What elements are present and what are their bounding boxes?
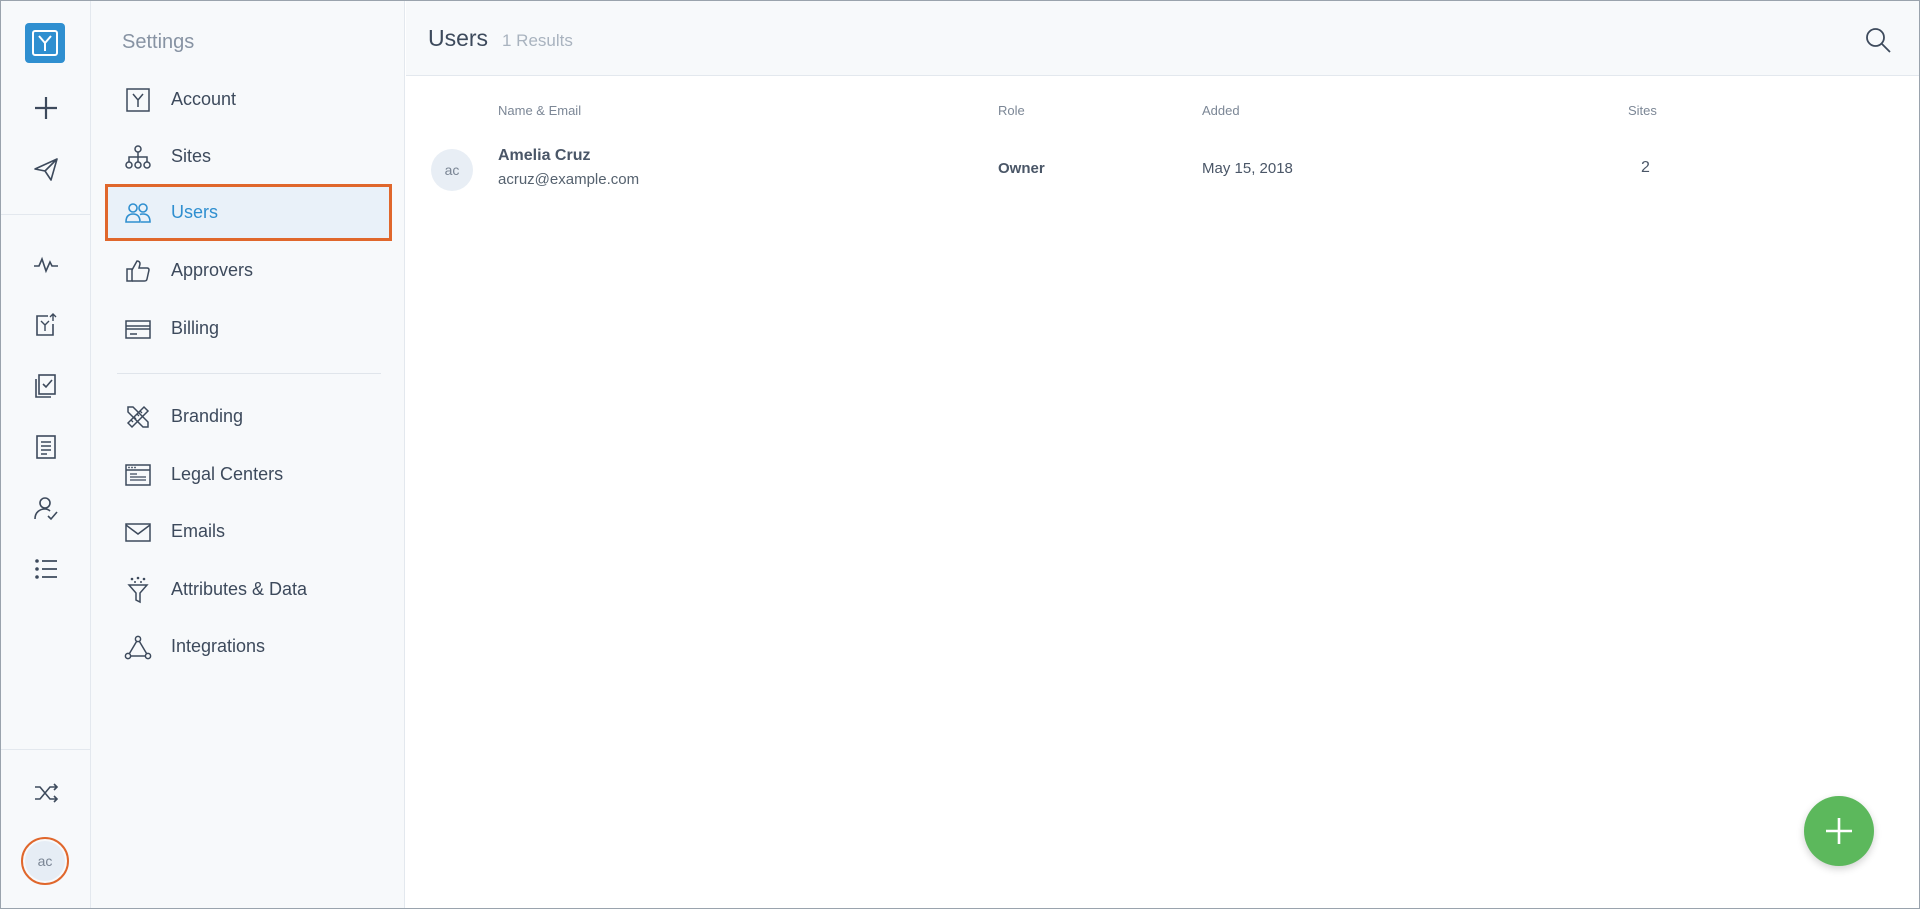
rail-divider-bottom xyxy=(1,749,90,750)
sidebar-item-label: Account xyxy=(171,89,237,109)
activity-button[interactable] xyxy=(26,244,66,284)
plus-icon xyxy=(35,97,57,119)
sidebar-item-users[interactable]: Users xyxy=(105,184,392,241)
left-rail: ac xyxy=(1,1,91,908)
user-email: acruz@example.com xyxy=(498,171,640,188)
sidebar-item-legal-centers[interactable]: Legal Centers xyxy=(105,446,392,503)
avatar: ac xyxy=(431,149,473,191)
shuffle-icon xyxy=(35,783,59,803)
list-icon xyxy=(35,559,57,579)
column-header-name-email[interactable]: Name & Email xyxy=(498,103,581,118)
plus-icon xyxy=(1826,818,1852,844)
sidebar-item-integrations[interactable]: Integrations xyxy=(105,618,392,675)
pencil-ruler-icon xyxy=(124,403,152,431)
user-avatar-button[interactable]: ac xyxy=(21,837,69,885)
document-icon xyxy=(36,435,56,459)
column-header-sites[interactable]: Sites xyxy=(1628,103,1657,118)
account-icon xyxy=(124,86,152,114)
page-header: Users 1 Results xyxy=(406,1,1919,76)
integrations-icon xyxy=(124,633,152,661)
user-check-icon xyxy=(34,497,58,521)
add-user-button[interactable] xyxy=(1804,796,1874,866)
thumbs-up-icon xyxy=(124,257,152,285)
rail-divider xyxy=(1,214,90,215)
user-name: Amelia Cruz xyxy=(498,147,591,164)
sidebar-item-label: Legal Centers xyxy=(171,464,284,484)
sidebar-item-label: Integrations xyxy=(171,636,266,656)
sitemap-icon xyxy=(124,143,152,171)
users-icon xyxy=(124,199,152,227)
checklist-icon xyxy=(35,374,56,398)
sidebar-item-attributes-data[interactable]: Attributes & Data xyxy=(105,561,392,618)
search-button[interactable] xyxy=(1863,25,1893,55)
sidebar-title: Settings xyxy=(122,31,195,53)
user-role: Owner xyxy=(998,160,1045,177)
table-row[interactable]: ac Amelia Cruz acruz@example.com Owner M… xyxy=(406,141,1919,197)
sidebar-item-account[interactable]: Account xyxy=(105,71,392,128)
export-icon xyxy=(36,313,57,336)
settings-sidebar: Settings Account Sites Users Approvers B… xyxy=(91,1,405,908)
sidebar-item-label: Approvers xyxy=(171,260,254,280)
activity-icon xyxy=(34,256,58,274)
sidebar-item-label: Emails xyxy=(171,521,226,541)
sidebar-item-emails[interactable]: Emails xyxy=(105,503,392,560)
credit-card-icon xyxy=(124,315,152,343)
paper-plane-icon xyxy=(34,158,58,181)
lists-button[interactable] xyxy=(26,549,66,589)
result-count: 1 Results xyxy=(502,31,573,50)
export-button[interactable] xyxy=(26,305,66,345)
sidebar-item-label: Branding xyxy=(171,406,244,426)
envelope-icon xyxy=(124,518,152,546)
user-avatar-initials: ac xyxy=(25,841,65,881)
switch-account-button[interactable] xyxy=(26,773,66,813)
column-header-added[interactable]: Added xyxy=(1202,103,1240,118)
app-logo[interactable] xyxy=(25,23,65,63)
search-icon xyxy=(1866,28,1891,53)
app-window: ac Settings Account Sites Users Approver… xyxy=(0,0,1920,909)
user-sites-count: 2 xyxy=(1641,159,1650,176)
sidebar-divider xyxy=(117,373,381,374)
audits-button[interactable] xyxy=(26,366,66,406)
consents-button[interactable] xyxy=(26,488,66,528)
app-logo-icon xyxy=(32,30,58,56)
user-added-date: May 15, 2018 xyxy=(1202,160,1293,177)
sidebar-item-sites[interactable]: Sites xyxy=(105,128,392,185)
main-content: Users 1 Results Name & Email Role Added … xyxy=(406,1,1919,908)
sidebar-item-approvers[interactable]: Approvers xyxy=(105,242,392,299)
browser-window-icon xyxy=(124,461,152,489)
documents-button[interactable] xyxy=(26,427,66,467)
sidebar-item-branding[interactable]: Branding xyxy=(105,388,392,445)
sidebar-item-label: Billing xyxy=(171,318,220,338)
sidebar-item-billing[interactable]: Billing xyxy=(105,300,392,357)
publish-button[interactable] xyxy=(26,149,66,189)
create-button[interactable] xyxy=(26,88,66,128)
page-title: Users xyxy=(428,25,489,51)
funnel-icon xyxy=(124,576,152,604)
sidebar-item-label: Users xyxy=(171,202,219,222)
sidebar-item-label: Attributes & Data xyxy=(171,579,308,599)
sidebar-item-label: Sites xyxy=(171,146,212,166)
column-header-role[interactable]: Role xyxy=(998,103,1025,118)
